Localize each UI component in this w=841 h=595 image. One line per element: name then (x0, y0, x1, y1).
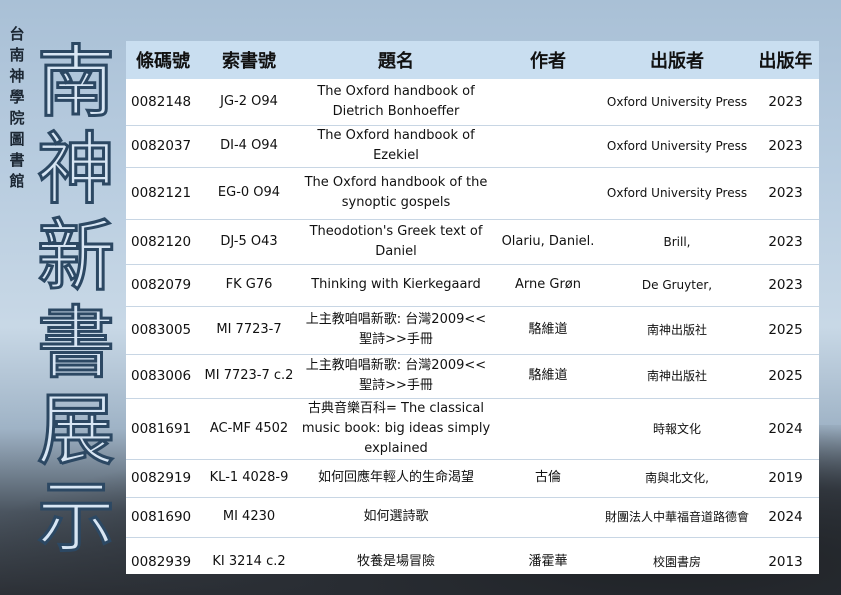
author-cell (494, 167, 602, 220)
call-number-cell: KL-1 4028-9 (200, 459, 298, 498)
publisher-cell: Brill, (602, 219, 752, 265)
publisher-cell: 南神出版社 (602, 306, 752, 355)
header-title: 題名 (298, 41, 494, 79)
barcode-cell: 0082121 (126, 167, 200, 220)
title-cell: 牧養是場冒險 (298, 537, 494, 574)
title-cell: 上主教咱唱新歌: 台灣2009<<聖詩>>手冊 (298, 306, 494, 355)
barcode-cell: 0082120 (126, 219, 200, 265)
call-number-cell: MI 4230 (200, 497, 298, 538)
call-number-cell: KI 3214 c.2 (200, 537, 298, 574)
call-number-cell: EG-0 O94 (200, 167, 298, 220)
year-cell: 2025 (752, 354, 819, 399)
table-row: 0081691 AC-MF 4502 古典音樂百科= The classical… (126, 398, 819, 460)
publisher-cell: 校園書房 (602, 537, 752, 574)
barcode-cell: 0081691 (126, 398, 200, 460)
year-cell: 2023 (752, 219, 819, 265)
year-cell: 2024 (752, 398, 819, 460)
table-row: 0082120 DJ-5 O43 Theodotion's Greek text… (126, 219, 819, 265)
title-cell: 如何選詩歌 (298, 497, 494, 538)
barcode-cell: 0082919 (126, 459, 200, 498)
year-cell: 2023 (752, 125, 819, 168)
title-cell: Thinking with Kierkegaard (298, 264, 494, 307)
title-cell: 上主教咱唱新歌: 台灣2009<<聖詩>>手冊 (298, 354, 494, 399)
author-cell: 潘霍華 (494, 537, 602, 574)
year-cell: 2023 (752, 167, 819, 220)
call-number-cell: JG-2 O94 (200, 79, 298, 126)
title-cell: The Oxford handbook of Ezekiel (298, 125, 494, 168)
publisher-cell: Oxford University Press (602, 79, 752, 126)
year-cell: 2023 (752, 79, 819, 126)
header-barcode: 條碼號 (126, 41, 200, 79)
table-row: 0082919 KL-1 4028-9 如何回應年輕人的生命渴望 古倫 南與北文… (126, 459, 819, 498)
author-cell (494, 497, 602, 538)
author-cell: Arne Grøn (494, 264, 602, 307)
title-cell: Theodotion's Greek text of Daniel (298, 219, 494, 265)
year-cell: 2019 (752, 459, 819, 498)
author-cell (494, 398, 602, 460)
author-cell: 駱維道 (494, 306, 602, 355)
barcode-cell: 0082939 (126, 537, 200, 574)
table-row: 0082939 KI 3214 c.2 牧養是場冒險 潘霍華 校園書房 2013 (126, 537, 819, 574)
author-cell (494, 79, 602, 126)
author-cell: Olariu, Daniel. (494, 219, 602, 265)
author-cell: 駱維道 (494, 354, 602, 399)
publisher-cell: Oxford University Press (602, 125, 752, 168)
call-number-cell: DJ-5 O43 (200, 219, 298, 265)
year-cell: 2013 (752, 537, 819, 574)
year-cell: 2024 (752, 497, 819, 538)
barcode-cell: 0082148 (126, 79, 200, 126)
barcode-cell: 0082079 (126, 264, 200, 307)
table-row: 0083005 MI 7723-7 上主教咱唱新歌: 台灣2009<<聖詩>>手… (126, 306, 819, 355)
title-cell: 古典音樂百科= The classical music book: big id… (298, 398, 494, 460)
publisher-cell: 時報文化 (602, 398, 752, 460)
table-row: 0083006 MI 7723-7 c.2 上主教咱唱新歌: 台灣2009<<聖… (126, 354, 819, 399)
header-publisher: 出版者 (602, 41, 752, 79)
publisher-cell: 南神出版社 (602, 354, 752, 399)
barcode-cell: 0083006 (126, 354, 200, 399)
header-author: 作者 (494, 41, 602, 79)
table-row: 0082037 DI-4 O94 The Oxford handbook of … (126, 125, 819, 168)
call-number-cell: FK G76 (200, 264, 298, 307)
call-number-cell: MI 7723-7 c.2 (200, 354, 298, 399)
publisher-cell: De Gruyter, (602, 264, 752, 307)
title-cell: 如何回應年輕人的生命渴望 (298, 459, 494, 498)
author-cell (494, 125, 602, 168)
barcode-cell: 0082037 (126, 125, 200, 168)
call-number-cell: AC-MF 4502 (200, 398, 298, 460)
header-call-number: 索書號 (200, 41, 298, 79)
header-year: 出版年 (752, 41, 819, 79)
author-cell: 古倫 (494, 459, 602, 498)
call-number-cell: MI 7723-7 (200, 306, 298, 355)
table-row: 0082148 JG-2 O94 The Oxford handbook of … (126, 79, 819, 126)
publisher-cell: 南與北文化, (602, 459, 752, 498)
library-name: 台南神學院圖書館 (9, 25, 25, 190)
publisher-cell: Oxford University Press (602, 167, 752, 220)
exhibit-title: 南神新書展示 (35, 38, 116, 563)
table-row: 0081690 MI 4230 如何選詩歌 財團法人中華福音道路德會 2024 (126, 497, 819, 538)
table-row: 0082121 EG-0 O94 The Oxford handbook of … (126, 167, 819, 220)
year-cell: 2025 (752, 306, 819, 355)
table-header-row: 條碼號 索書號 題名 作者 出版者 出版年 (126, 41, 819, 79)
publisher-cell: 財團法人中華福音道路德會 (602, 497, 752, 538)
title-cell: The Oxford handbook of the synoptic gosp… (298, 167, 494, 220)
barcode-cell: 0081690 (126, 497, 200, 538)
table-row: 0082079 FK G76 Thinking with Kierkegaard… (126, 264, 819, 307)
new-books-table-panel: 條碼號 索書號 題名 作者 出版者 出版年 0082148 JG-2 O94 T… (126, 41, 819, 574)
title-cell: The Oxford handbook of Dietrich Bonhoeff… (298, 79, 494, 126)
barcode-cell: 0083005 (126, 306, 200, 355)
year-cell: 2023 (752, 264, 819, 307)
call-number-cell: DI-4 O94 (200, 125, 298, 168)
new-books-table: 條碼號 索書號 題名 作者 出版者 出版年 0082148 JG-2 O94 T… (126, 41, 819, 574)
